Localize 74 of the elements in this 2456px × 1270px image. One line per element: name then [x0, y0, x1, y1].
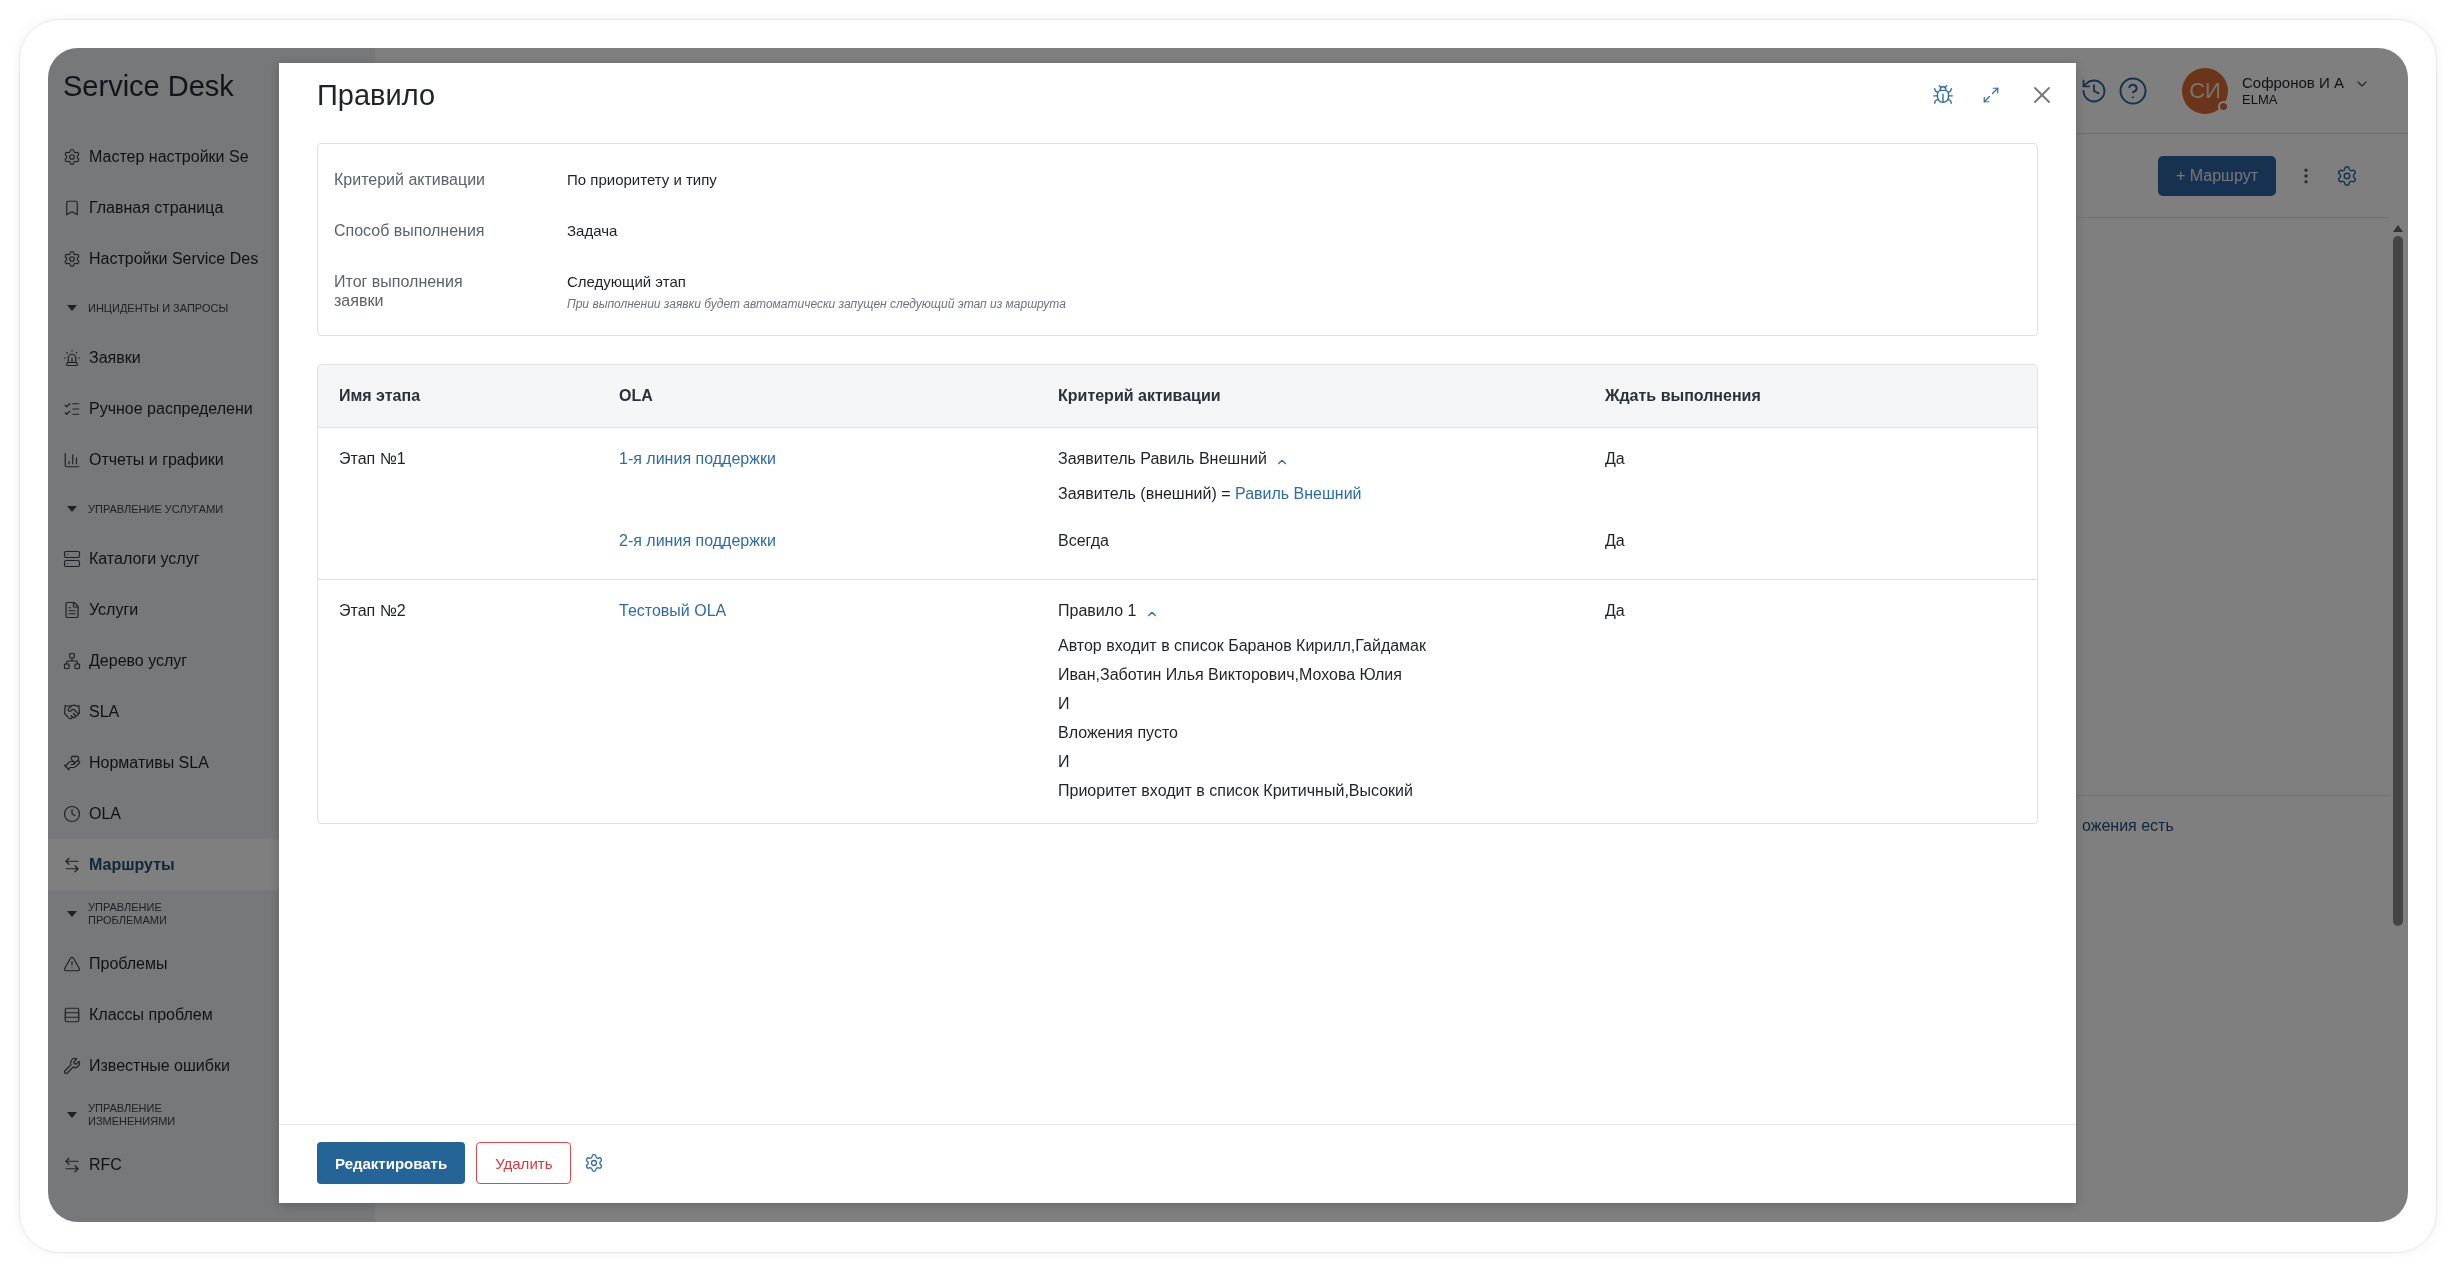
caret-icon[interactable]: [66, 304, 78, 312]
ola-link[interactable]: 2-я линия поддержки: [619, 530, 776, 552]
field-label: Критерий активации: [334, 170, 487, 189]
wait-value: Да: [1605, 601, 1625, 621]
bookmark-icon: [63, 198, 81, 217]
warning-icon: [63, 954, 81, 973]
nav-item[interactable]: Проблемы: [48, 938, 375, 989]
status-dot: [2218, 100, 2229, 112]
handshake-icon: [63, 702, 81, 721]
nav-item[interactable]: Классы проблем: [48, 989, 375, 1040]
field-label: Способ выполнения: [334, 221, 486, 240]
section-heading: ИНЦИДЕНТЫ И ЗАПРОСЫ: [88, 301, 229, 315]
row-text: ожения есть: [2082, 816, 2174, 835]
column-header: Имя этапа: [339, 387, 422, 405]
arrows-icon: [63, 855, 81, 874]
field-value: Задача: [567, 221, 619, 240]
criterion-title: Заявитель Равиль Внешний: [1058, 449, 1267, 469]
criterion-title: Правило 1: [1058, 601, 1137, 621]
hint-text: При выполнении заявки будет автоматически запущен следующий этап из маршрута: [567, 297, 1067, 311]
scroll-up-icon[interactable]: [2393, 224, 2403, 232]
wait-value: Да: [1605, 531, 1625, 551]
gear-icon: [63, 147, 81, 166]
column-header: Критерий активации: [1058, 387, 1222, 405]
server-icon: [63, 549, 81, 568]
caret-icon[interactable]: [66, 1111, 78, 1119]
field-label: Итог выполнения заявки: [334, 272, 464, 310]
document-icon: [63, 600, 81, 619]
column-header: OLA: [619, 387, 654, 405]
settings-icon[interactable]: [2336, 164, 2358, 187]
section-heading: УПРАВЛЕНИЕ ИЗМЕНЕНИЯМИ: [88, 1102, 176, 1128]
section-heading: УПРАВЛЕНИЕ ПРОБЛЕМАМИ: [88, 901, 167, 927]
clock-icon: [63, 804, 81, 823]
criterion-condition: И: [1058, 752, 1070, 772]
criterion-condition: Заявитель (внешний) = Равиль Внешний: [1058, 484, 1362, 504]
caret-icon[interactable]: [66, 910, 78, 918]
criterion-title: Всегда: [1058, 531, 1109, 551]
nav-item[interactable]: Каталоги услуг: [48, 533, 375, 584]
siren-icon: [63, 348, 81, 367]
column-header: Ждать выполнения: [1605, 387, 1762, 405]
criterion-condition: И: [1058, 694, 1070, 714]
company-name: ELMA: [2242, 91, 2279, 108]
dialog-title: Правило: [317, 78, 437, 112]
nav-item[interactable]: Нормативы SLA: [48, 737, 375, 788]
ola-link[interactable]: Тестовый OLA: [619, 600, 727, 622]
rows-icon: [63, 1005, 81, 1024]
user-link[interactable]: Равиль Внешний: [1235, 485, 1362, 502]
wrench-icon: [63, 1056, 81, 1075]
arrows-icon: [63, 1155, 81, 1174]
help-icon[interactable]: [2118, 75, 2148, 106]
edit-button[interactable]: Редактировать: [317, 1142, 466, 1184]
wait-value: Да: [1605, 449, 1625, 469]
stage-name: Этап №1: [339, 449, 407, 469]
delete-button[interactable]: Удалить: [476, 1142, 572, 1184]
hand-heart-icon: [63, 753, 81, 772]
nav-item[interactable]: Известные ошибки: [48, 1040, 375, 1091]
section-heading: УПРАВЛЕНИЕ УСЛУГАМИ: [88, 502, 224, 516]
field-value: По приоритету и типу: [567, 170, 718, 189]
nav-item[interactable]: SLA: [48, 686, 375, 737]
criterion-condition: Приоритет входит в список Критичный,Высокий: [1058, 781, 1413, 801]
criterion-condition: Автор входит в список Баранов Кирилл,Гайдамак Иван,Заботин Илья Викторович,Мохова Юлия: [1058, 636, 1427, 685]
scroll-thumb[interactable]: [2393, 236, 2403, 926]
ola-link[interactable]: 1-я линия поддержки: [619, 448, 776, 470]
criterion-condition: Вложения пусто: [1058, 723, 1178, 743]
nav-item[interactable]: Дерево услуг: [48, 635, 375, 686]
stage-name: Этап №2: [339, 601, 407, 621]
user-name[interactable]: Софронов И А: [2242, 73, 2344, 91]
gear-icon: [63, 249, 81, 268]
hierarchy-icon: [63, 651, 81, 670]
bar-chart-icon: [63, 450, 81, 469]
caret-icon[interactable]: [66, 505, 78, 513]
nav-item[interactable]: OLA: [48, 788, 375, 839]
field-value: Следующий этап: [567, 272, 687, 291]
add-route-button[interactable]: + Маршрут: [2158, 155, 2276, 196]
nav-item[interactable]: Заявки: [48, 332, 375, 383]
